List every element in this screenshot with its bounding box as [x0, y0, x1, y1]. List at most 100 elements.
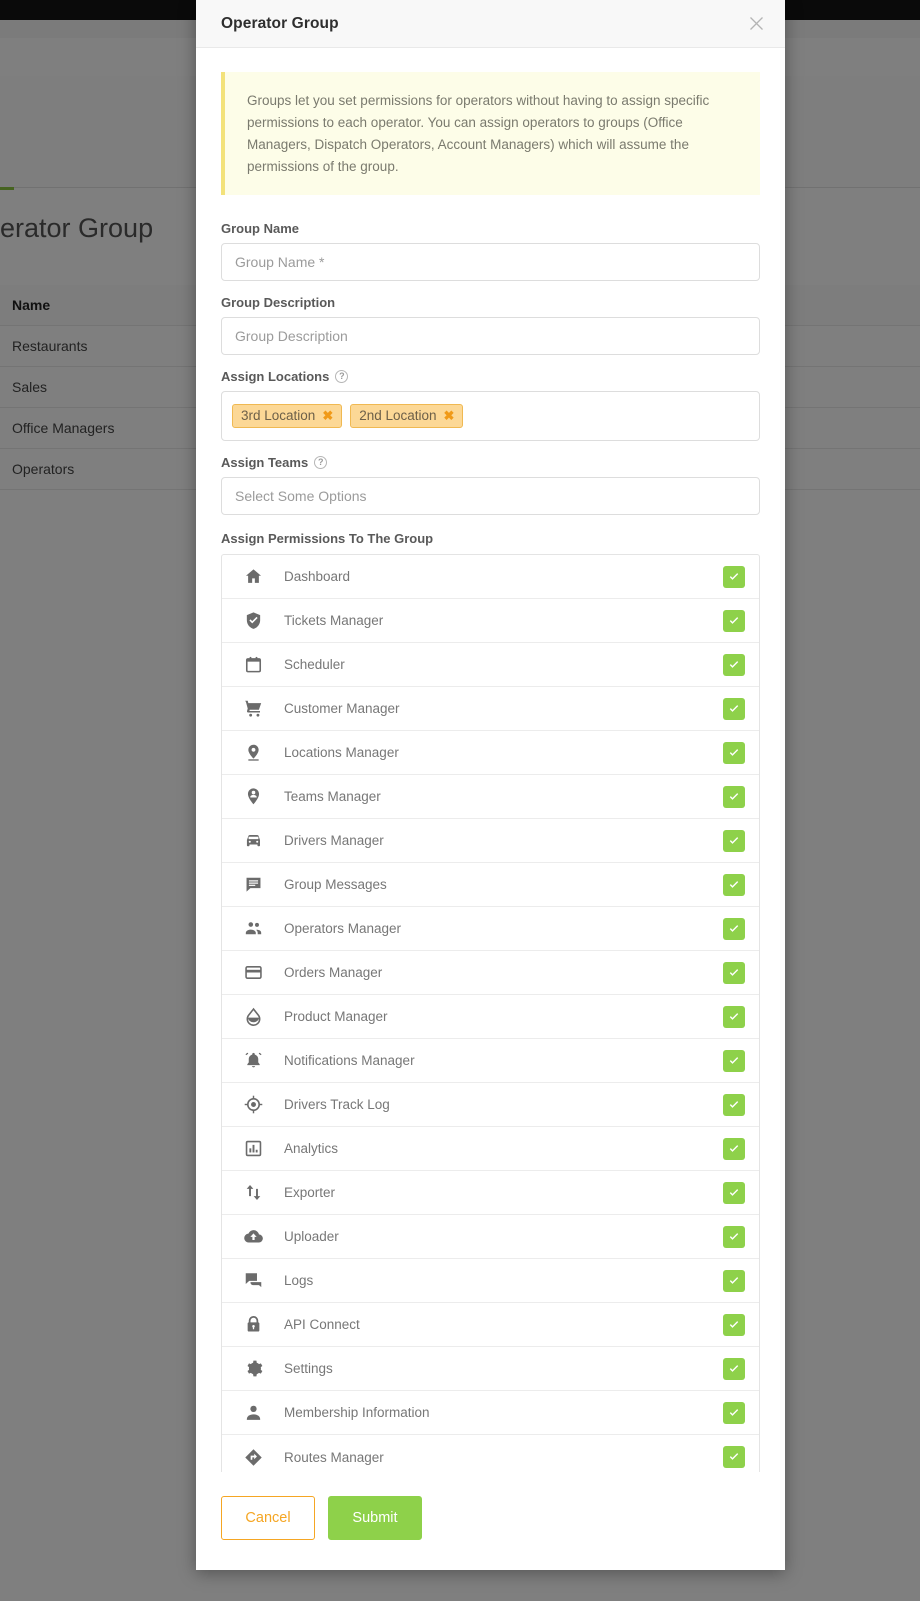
permission-label: Settings [284, 1361, 333, 1377]
modal-title: Operator Group [221, 14, 339, 32]
person-pin-icon [240, 787, 266, 806]
group-name-label: Group Name [221, 221, 300, 237]
help-circle-icon[interactable]: ? [335, 370, 349, 384]
permission-checkbox[interactable] [723, 741, 745, 764]
permission-row[interactable]: Notifications Manager [222, 1039, 759, 1084]
gps-target-icon [240, 1095, 266, 1114]
import-export-icon [240, 1183, 266, 1202]
remove-tag-icon[interactable]: ✖ [322, 409, 333, 422]
assign-teams-label-text: Assign Teams [221, 455, 309, 471]
permission-checkbox[interactable] [723, 1181, 745, 1204]
chat-lines-icon [240, 875, 266, 894]
permission-label: Routes Manager [284, 1449, 384, 1465]
permission-label: Group Messages [284, 877, 387, 893]
permission-row[interactable]: Teams Manager [222, 775, 759, 820]
modal-body: Groups let you set permissions for opera… [196, 48, 785, 1472]
permission-checkbox[interactable] [723, 697, 745, 720]
permission-label: API Connect [284, 1317, 360, 1333]
permission-checkbox[interactable] [723, 1269, 745, 1292]
permission-label: Notifications Manager [284, 1053, 415, 1069]
permission-checkbox[interactable] [723, 785, 745, 808]
permission-row[interactable]: Product Manager [222, 995, 759, 1040]
permission-checkbox[interactable] [723, 1137, 745, 1160]
assign-permissions-label: Assign Permissions To The Group [221, 531, 434, 547]
permission-checkbox[interactable] [723, 565, 745, 588]
permission-row[interactable]: Customer Manager [222, 687, 759, 732]
assign-locations-label-text: Assign Locations [221, 369, 330, 385]
permission-row[interactable]: Analytics [222, 1127, 759, 1172]
permission-checkbox[interactable] [723, 829, 745, 852]
permission-row[interactable]: Drivers Manager [222, 819, 759, 864]
assign-locations-tag-input[interactable]: 3rd Location ✖ 2nd Location ✖ [221, 391, 760, 442]
permission-label: Customer Manager [284, 701, 400, 717]
permission-row[interactable]: Orders Manager [222, 951, 759, 996]
permission-checkbox[interactable] [723, 1401, 745, 1424]
assign-teams-label: Assign Teams ? [221, 455, 760, 470]
cancel-button[interactable]: Cancel [221, 1496, 315, 1540]
location-tag[interactable]: 3rd Location ✖ [232, 404, 343, 429]
bell-ring-icon [240, 1051, 266, 1070]
group-name-input[interactable] [221, 243, 760, 282]
car-icon [240, 831, 266, 850]
permission-checkbox[interactable] [723, 1357, 745, 1380]
cloud-upload-icon [240, 1227, 266, 1246]
permission-checkbox[interactable] [723, 917, 745, 940]
calendar-icon [240, 655, 266, 674]
location-tag[interactable]: 2nd Location ✖ [350, 404, 464, 429]
info-callout-text: Groups let you set permissions for opera… [247, 93, 710, 174]
modal-footer: Cancel Submit [196, 1472, 785, 1570]
permission-checkbox[interactable] [723, 1093, 745, 1116]
permission-row[interactable]: Scheduler [222, 643, 759, 688]
permission-label: Locations Manager [284, 745, 399, 761]
permission-row[interactable]: Dashboard [222, 555, 759, 600]
permission-label: Drivers Manager [284, 833, 384, 849]
permission-label: Membership Information [284, 1405, 430, 1421]
permission-checkbox[interactable] [723, 609, 745, 632]
permission-label: Scheduler [284, 657, 345, 673]
help-circle-icon[interactable]: ? [314, 456, 328, 470]
permission-checkbox[interactable] [723, 873, 745, 896]
permission-checkbox[interactable] [723, 653, 745, 676]
permission-checkbox[interactable] [723, 1049, 745, 1072]
people-icon [240, 919, 266, 938]
permission-row[interactable]: Routes Manager [222, 1435, 759, 1472]
permission-label: Tickets Manager [284, 613, 384, 629]
permission-row[interactable]: Tickets Manager [222, 599, 759, 644]
permission-row[interactable]: Settings [222, 1347, 759, 1392]
assign-locations-label: Assign Locations ? [221, 369, 760, 384]
permission-row[interactable]: Group Messages [222, 863, 759, 908]
permission-checkbox[interactable] [723, 1225, 745, 1248]
map-pin-icon [240, 743, 266, 762]
permission-row[interactable]: Drivers Track Log [222, 1083, 759, 1128]
operator-group-modal: Operator Group Groups let you set permis… [196, 0, 785, 1570]
home-icon [240, 567, 266, 586]
permission-label: Dashboard [284, 569, 351, 585]
group-description-input[interactable] [221, 317, 760, 356]
submit-button[interactable]: Submit [328, 1496, 422, 1540]
permission-label: Exporter [284, 1185, 336, 1201]
close-icon[interactable] [745, 13, 767, 35]
permission-row[interactable]: API Connect [222, 1303, 759, 1348]
permission-row[interactable]: Operators Manager [222, 907, 759, 952]
permission-checkbox[interactable] [723, 1005, 745, 1028]
assign-teams-select[interactable] [221, 477, 760, 516]
permission-checkbox[interactable] [723, 961, 745, 984]
permission-row[interactable]: Exporter [222, 1171, 759, 1216]
permission-label: Logs [284, 1273, 314, 1289]
permission-label: Orders Manager [284, 965, 383, 981]
bar-chart-icon [240, 1139, 266, 1158]
permission-checkbox[interactable] [723, 1446, 745, 1469]
permission-row[interactable]: Logs [222, 1259, 759, 1304]
permission-row[interactable]: Locations Manager [222, 731, 759, 776]
lock-icon [240, 1315, 266, 1334]
assign-teams-field-block: Assign Teams ? [221, 455, 760, 516]
permission-row[interactable]: Membership Information [222, 1391, 759, 1436]
location-tag-label: 3rd Location [241, 408, 316, 424]
permission-label: Uploader [284, 1229, 339, 1245]
permission-label: Product Manager [284, 1009, 388, 1025]
remove-tag-icon[interactable]: ✖ [444, 409, 455, 422]
permission-row[interactable]: Uploader [222, 1215, 759, 1260]
shield-check-icon [240, 611, 266, 630]
permission-checkbox[interactable] [723, 1313, 745, 1336]
group-description-label: Group Description [221, 295, 336, 311]
